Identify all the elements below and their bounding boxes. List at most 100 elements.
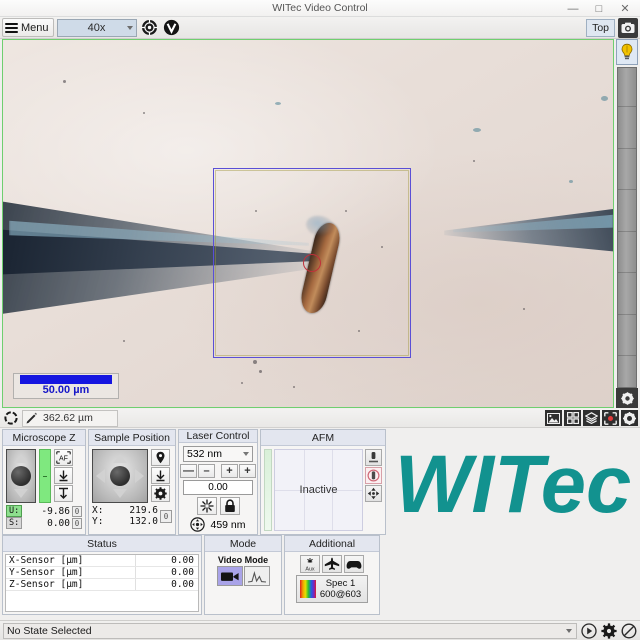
svg-text:AF: AF [59,455,68,462]
status-label: Z-Sensor [µm] [6,579,136,590]
sample-readout-row-x: X: 219.6 [92,505,158,516]
window-buttons: — □ ✕ [560,0,638,17]
z-sensor-unit-box[interactable]: 0 [72,517,82,529]
sample-joystick-knob[interactable] [110,466,130,486]
crosshair-target-icon[interactable] [140,18,159,37]
spectrum-peak-icon[interactable] [243,566,270,586]
grid-icon[interactable] [564,410,581,426]
debris-speck [569,180,573,183]
play-circle-icon[interactable] [580,622,597,639]
z-user-tag: U: [6,505,23,517]
video-tools-bar: 362.62 µm [0,409,640,428]
witec-logo-text: WITec [395,439,631,530]
tip-engage-icon[interactable] [365,467,382,484]
illumination-slider[interactable] [617,67,637,388]
target-record-icon[interactable] [602,410,619,426]
padlock-icon[interactable] [219,497,240,515]
sample-position-buttons [151,449,170,503]
close-button[interactable]: ✕ [612,0,638,17]
dust-speck [259,370,262,373]
gamepad-icon[interactable] [344,555,364,573]
top-view-button[interactable]: Top [586,18,615,37]
microscope-z-range-bar[interactable] [39,449,51,503]
laser-wavelength-select[interactable]: 532 nm [183,446,253,462]
spectrometer-name: Spec 1 [325,578,356,589]
panel-sample-position: Sample Position X: 219.6 Y: 132.0 0 [88,429,176,535]
microscope-video-view[interactable]: 50.00 µm [2,39,614,408]
z-up-arrow-icon[interactable] [14,454,28,463]
laser-decrease-fine-button[interactable]: – [198,464,215,478]
z-user-value: -9.86 [41,505,70,517]
lightbulb-icon[interactable] [616,39,638,65]
laser-decrease-coarse-button[interactable]: — [180,464,197,478]
gear-icon[interactable] [600,622,617,639]
dust-speck [293,386,295,388]
dust-speck [63,80,66,83]
panel-afm: AFM Inactive [260,429,386,535]
panel-microscope-z: Microscope Z AF U: -9.86 0 S: 0.00 0 [2,429,86,535]
status-label: Y-Sensor [µm] [6,567,136,578]
spectrometer-config: 600@603 [319,589,362,600]
scale-bar-label: 50.00 µm [42,384,90,396]
panel-title-microscope-z: Microscope Z [3,430,85,446]
sample-position-joystick[interactable] [92,449,148,503]
microscope-z-buttons: AF [54,449,73,503]
panel-status: Status X-Sensor [µm] 0.00 Y-Sensor [µm] … [2,535,202,615]
sample-position-readout: X: 219.6 Y: 132.0 0 [92,505,172,527]
debris-speck [275,102,281,105]
status-bar: No State Selected [0,620,640,640]
z-readout-row: U: -9.86 0 [6,505,82,517]
z-limit-button[interactable] [54,485,73,502]
minimize-button[interactable]: — [560,0,586,17]
image-icon[interactable] [545,410,562,426]
z-sensor-value: 0.00 [47,517,70,529]
sample-up-arrow-icon[interactable] [113,454,127,463]
map-pin-icon[interactable] [151,449,170,466]
laser-spot-marker[interactable] [303,254,321,272]
sample-left-arrow-icon[interactable] [96,469,105,483]
move-crosshair-icon[interactable] [190,517,206,532]
panel-additional: Additional Aux Spec 1 600@603 [284,535,380,615]
microscope-z-joystick[interactable] [6,449,36,503]
objective-value: 40x [87,21,106,34]
illumination-control-column [616,39,638,408]
laser-increase-fine-button[interactable]: + [221,464,238,478]
menu-button[interactable]: Menu [2,18,54,37]
sample-settings-gear-icon[interactable] [151,485,170,502]
status-label: X-Sensor [µm] [6,555,136,566]
video-camera-icon[interactable] [216,566,243,586]
illumination-gear-icon[interactable] [616,388,638,408]
chevron-down-icon [243,452,249,456]
sample-zero-button[interactable]: 0 [160,509,172,523]
afm-scan-plot[interactable]: Inactive [274,449,363,531]
z-joystick-knob[interactable] [11,466,31,486]
laser-increase-coarse-button[interactable]: + [239,464,256,478]
aux-snowflake-icon[interactable]: Aux [300,555,320,573]
measurement-field[interactable]: 362.62 µm [22,409,118,427]
sample-down-arrow-icon[interactable] [113,489,127,498]
z-approach-button[interactable] [54,467,73,484]
no-entry-icon[interactable] [620,622,637,639]
tip-move-icon[interactable] [365,485,382,502]
settings-a-icon[interactable] [621,410,638,426]
bottom-panels-filler [382,535,638,615]
maximize-button[interactable]: □ [586,0,612,17]
tip-up-icon[interactable] [365,449,382,466]
airplane-icon[interactable] [322,555,342,573]
laser-beam-icon[interactable] [196,497,217,515]
state-select[interactable]: No State Selected [3,622,577,639]
z-down-arrow-icon[interactable] [14,489,28,498]
v-shield-icon[interactable] [162,18,181,37]
z-user-unit-box[interactable]: 0 [72,505,82,517]
circle-outline-icon[interactable] [2,410,20,427]
sample-approach-button[interactable] [151,467,170,484]
laser-power-value[interactable]: 0.00 [183,480,253,495]
autofocus-button[interactable]: AF [54,449,73,466]
witec-video-control-window: WITec Video Control — □ ✕ Menu 40x Top 5… [0,0,640,640]
layers-icon[interactable] [583,410,600,426]
sample-right-arrow-icon[interactable] [135,469,144,483]
spectrometer-button[interactable]: Spec 1 600@603 [295,575,369,603]
objective-select[interactable]: 40x [56,18,137,37]
camera-icon[interactable] [618,17,638,38]
spectrum-rainbow-icon [299,580,316,598]
